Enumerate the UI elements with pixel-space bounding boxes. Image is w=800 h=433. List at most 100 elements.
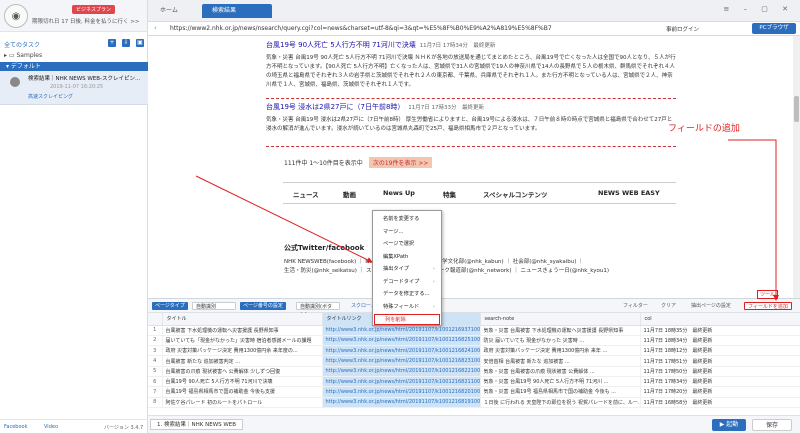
nav-news-up[interactable]: News Up xyxy=(383,189,415,197)
back-icon[interactable]: ‹ xyxy=(154,24,157,32)
delete-column-menu-item[interactable]: 列を削除 xyxy=(374,314,440,325)
context-menu-item[interactable]: 名前を変更する xyxy=(373,214,441,225)
table-row[interactable]: 8 阿佐ケ谷パレード 初のルートをパトロール http://www3.nhk.or.… xyxy=(148,397,800,408)
twitter-links-line[interactable]: 生活・防災(@nhk_seikatsu) ｜ スポ... ｜ ネットワーク報道部… xyxy=(284,267,609,276)
tab-home[interactable]: ホーム xyxy=(150,4,200,18)
row-number: 7 xyxy=(148,386,163,398)
table-cell: http://www3.nhk.or.jp/news/html/20191107… xyxy=(322,355,481,367)
table-cell: 台風19号 福島県相馬市で国の補助金 今後も支援 xyxy=(162,386,323,398)
scrollbar[interactable] xyxy=(793,36,800,298)
row-number: 2 xyxy=(148,335,163,347)
new-task-icon[interactable]: + xyxy=(108,39,116,47)
table-row[interactable]: 3 政府 災害対策パッケージ決定 費用1300億円余 来年度の... http://… xyxy=(148,345,800,357)
context-menu-item[interactable]: ページで選択 xyxy=(373,239,441,250)
video-link[interactable]: Video xyxy=(44,424,58,430)
chevron-right-icon: › xyxy=(432,278,435,285)
table-cell: 政府 災害対策パッケージ決定 費用1300億円余 来年 ... xyxy=(480,345,641,357)
page-tab[interactable]: 1. 検索結果｜NHK NEWS WEB xyxy=(150,419,244,430)
table-cell: 11月7日 17時50分 最終更新 xyxy=(640,366,800,377)
facebook-link[interactable]: Facebook xyxy=(4,424,28,430)
table-row[interactable]: 5 台風被害の爪痕 現状被害へ 公費解体 少しずつ回復 http://www3.nh… xyxy=(148,366,800,377)
table-row[interactable]: 2 届いていても「現金がなかった」災害時 宿泊者感謝メールの課題 http://ww… xyxy=(148,335,800,347)
folder-icon[interactable]: ▣ xyxy=(136,39,144,47)
table-cell: http://www3.nhk.or.jp/news/html/20191107… xyxy=(322,345,481,357)
context-menu-item[interactable]: マージ... xyxy=(373,227,441,238)
table-cell: 11月7日 16時58分 最終更新 xyxy=(640,397,800,408)
context-menu-item[interactable]: 特殊フィールド › xyxy=(373,302,441,313)
column-header[interactable] xyxy=(148,313,163,326)
sidebar-item-label: Samples xyxy=(16,52,43,59)
nav-feature[interactable]: 特集 xyxy=(443,189,456,199)
save-button[interactable]: 保存 xyxy=(752,419,792,431)
expire-notice-link[interactable]: 期限切れ日 17 日後, 料金を払うに行く >> xyxy=(32,17,139,25)
all-tasks-label[interactable]: 全てのタスク xyxy=(4,40,40,49)
table-row[interactable]: 7 台風19号 福島県相馬市で国の補助金 今後も支援 http://www3.nhk… xyxy=(148,386,800,398)
table-cell: 気象・災害 台風被害の爪痕 現状被害 公費解体 ... xyxy=(480,366,641,377)
context-menu-item[interactable]: デコードタイプ › xyxy=(373,277,441,288)
column-header[interactable]: col xyxy=(640,313,800,326)
article-title-link[interactable]: 台風19号 浸水は2県27戸に（7日午前8時） xyxy=(266,103,404,111)
context-menu-item[interactable]: 抽出タイプ › xyxy=(373,264,441,275)
scroll-thumb[interactable] xyxy=(794,96,799,122)
table-row[interactable]: 1 台風被害 下水処理機の運転へ災害援護 長野県知事 http://www3.nhk… xyxy=(148,325,800,336)
table-cell: 気象・災害 台風19号 福島県相馬市で国の補助金 今後も ... xyxy=(480,386,641,398)
filter-button[interactable]: フィルター xyxy=(620,302,651,310)
url-input[interactable]: https://www2.nhk.or.jp/news/nsearch/quer… xyxy=(170,25,552,32)
menu-item-label: データを修正する... xyxy=(383,291,430,297)
browser-tabs: ホーム 検索結果 ≡ – ▢ ✕ xyxy=(148,0,800,22)
table-cell: http://www3.nhk.or.jp/news/html/20191107… xyxy=(322,386,481,398)
next-page-button[interactable]: 次の19件を表示 >> xyxy=(368,157,433,168)
nav-video[interactable]: 動画 xyxy=(343,189,356,199)
table-row[interactable]: 4 台風被害 新たな 追加被害判定 ... http://www3.nhk.or.j… xyxy=(148,355,800,367)
url-bar: ‹ https://www2.nhk.or.jp/news/nsearch/qu… xyxy=(148,22,800,36)
window-controls[interactable]: ≡ – ▢ ✕ xyxy=(723,5,794,13)
context-menu-item[interactable]: 編集XPath xyxy=(373,252,441,263)
context-menu-item[interactable]: データを修正する... xyxy=(373,289,441,300)
table-cell: 気象・災害 台風19号 90人死亡 5人行方不明 71河川 ... xyxy=(480,376,641,388)
folder-icon: ▸ ▭ xyxy=(4,52,17,59)
annotation-text: フィールドの追加 xyxy=(668,124,740,134)
page-number-select[interactable]: 自動識別(ボタン) xyxy=(296,302,340,318)
nav-special[interactable]: スペシャルコンテンツ xyxy=(483,189,547,199)
article-meta: 11月7日 17時34分 最終更新 xyxy=(419,43,496,49)
page-number-button[interactable]: ページ番号の設定 xyxy=(240,302,286,310)
import-icon[interactable]: ⇩ xyxy=(122,39,130,47)
row-number: 1 xyxy=(148,325,163,336)
menu-item-label: ページで選択 xyxy=(383,241,415,247)
nav-news[interactable]: ニュース xyxy=(293,189,319,199)
menu-item-label: 編集XPath xyxy=(383,253,409,260)
twitter-links-line[interactable]: NHK NEWSWEB(facebook) ｜ N... ...動 ｜ 科学文化… xyxy=(284,258,609,267)
run-button[interactable]: ▶ 起動 xyxy=(712,419,746,431)
extract-settings-button[interactable]: 抽出ページの設定 xyxy=(688,302,734,310)
article-title-link[interactable]: 台風19号 90人死亡 5人行方不明 71河川で決壊 xyxy=(266,41,416,49)
clear-button[interactable]: クリア xyxy=(658,302,679,310)
article-body: 気象・災害 台風19号 浸水は2県27戸に（7日午前8時） 厚生労働省によります… xyxy=(266,117,673,132)
task-item[interactable]: 検索結果｜NHK NEWS WEB-スクレイピン... 2019-11-07 1… xyxy=(0,71,148,105)
site-nav: ニュース 動画 News Up 特集 スペシャルコンテンツ NEWS WEB E… xyxy=(283,182,676,204)
column-header[interactable]: search-note xyxy=(480,313,641,326)
add-field-button[interactable]: フィールドを追加 xyxy=(744,302,792,310)
nav-easy[interactable]: NEWS WEB EASY xyxy=(598,189,660,197)
sidebar-item-samples[interactable]: ▸ ▭ Samples xyxy=(4,52,42,59)
prelogin-button[interactable]: 事前ログイン xyxy=(666,25,699,33)
tooltip-label: ツール xyxy=(757,290,779,299)
table-cell: 台風被害 新たな 追加被害判定 ... xyxy=(162,355,323,367)
sidebar-item-default[interactable]: ▾ デフォルト xyxy=(0,62,148,71)
panel-toolbar: ページタイプ 自動識別 ページ番号の設定 自動識別(ボタン) スクロール フィル… xyxy=(148,299,800,318)
sidebar-footer: Facebook Video バージョン 3.4.7 xyxy=(0,419,148,433)
pc-browser-button[interactable]: PCブラウザ xyxy=(752,23,796,34)
menu-item-label: マージ... xyxy=(383,228,404,235)
table-cell: 政府 災害対策パッケージ決定 費用1300億円余 来年度の... xyxy=(162,345,323,357)
page-type-select[interactable]: 自動識別 xyxy=(192,302,236,310)
table-cell: 11月7日 17時20分 最終更新 xyxy=(640,386,800,398)
row-number: 8 xyxy=(148,397,163,408)
table-cell: 11月7日 18時34分 最終更新 xyxy=(640,335,800,347)
table-cell: 11月7日 17時34分 最終更新 xyxy=(640,376,800,388)
page-type-button[interactable]: ページタイプ xyxy=(152,302,188,310)
table-cell: http://www3.nhk.or.jp/news/html/20191107… xyxy=(322,325,481,336)
column-header[interactable]: タイトル xyxy=(162,313,323,326)
tab-search-results[interactable]: 検索結果 xyxy=(202,4,272,18)
row-number: 3 xyxy=(148,345,163,357)
table-row[interactable]: 6 台風19号 90人死亡 5人行方不明 71河川で決壊 http://www3.n… xyxy=(148,376,800,388)
table-cell: http://www3.nhk.or.jp/news/html/20191107… xyxy=(322,376,481,388)
